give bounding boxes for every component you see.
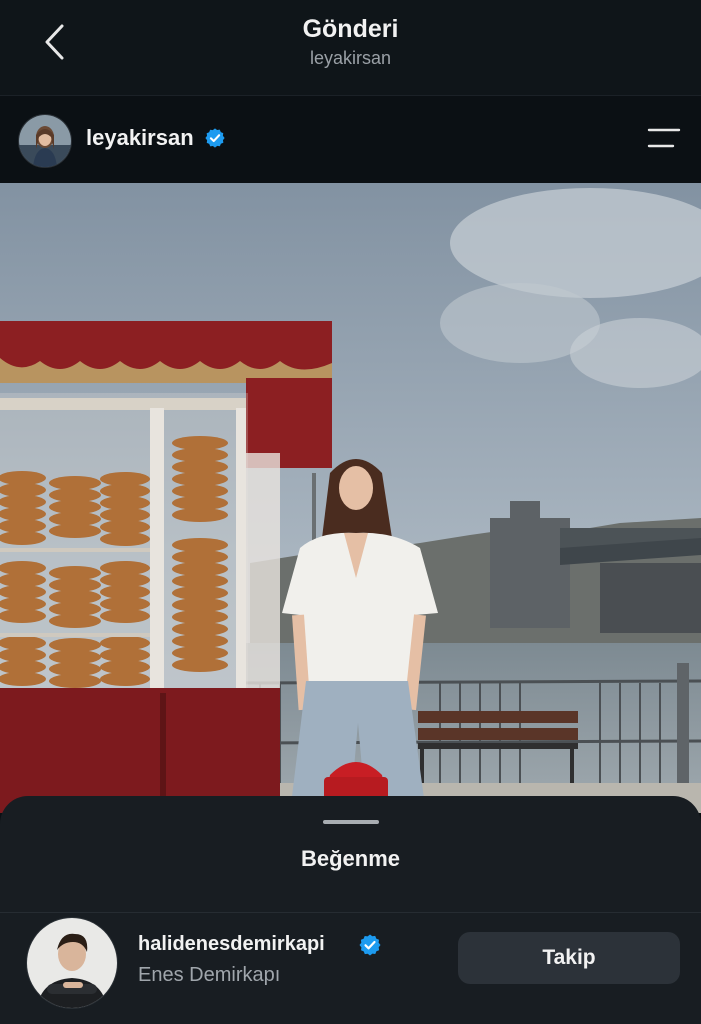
page-title: Gönderi — [302, 15, 399, 43]
page-subtitle: leyakirsan — [309, 48, 392, 68]
verified-badge-icon — [359, 934, 381, 956]
post-options-button[interactable] — [647, 126, 681, 150]
screen: Gönderi leyakirsan leyakirsan Beğenme ha… — [0, 0, 701, 1024]
follow-button[interactable]: Takip — [458, 932, 680, 984]
list-item[interactable]: halidenesdemirkapi Enes Demirkapı Takip — [0, 913, 701, 1024]
menu-lines-icon — [647, 128, 681, 148]
likes-bottom-sheet: Beğenme halidenesdemirkapi Enes Demirkap… — [0, 796, 701, 1024]
post-author-username[interactable]: leyakirsan — [86, 125, 194, 151]
page-title-group: Gönderi leyakirsan — [0, 14, 701, 70]
top-navigation-bar: Gönderi leyakirsan — [0, 0, 701, 96]
verified-badge-icon — [205, 128, 225, 148]
post-header: leyakirsan — [0, 96, 701, 182]
sheet-title: Beğenme — [300, 846, 401, 871]
sheet-drag-handle[interactable] — [323, 820, 379, 824]
user-handle[interactable]: halidenesdemirkapi — [138, 933, 325, 956]
user-full-name: Enes Demirkapı — [138, 964, 281, 986]
post-photo[interactable] — [0, 183, 701, 813]
post-author-avatar[interactable] — [18, 114, 72, 168]
avatar[interactable] — [26, 917, 118, 1009]
